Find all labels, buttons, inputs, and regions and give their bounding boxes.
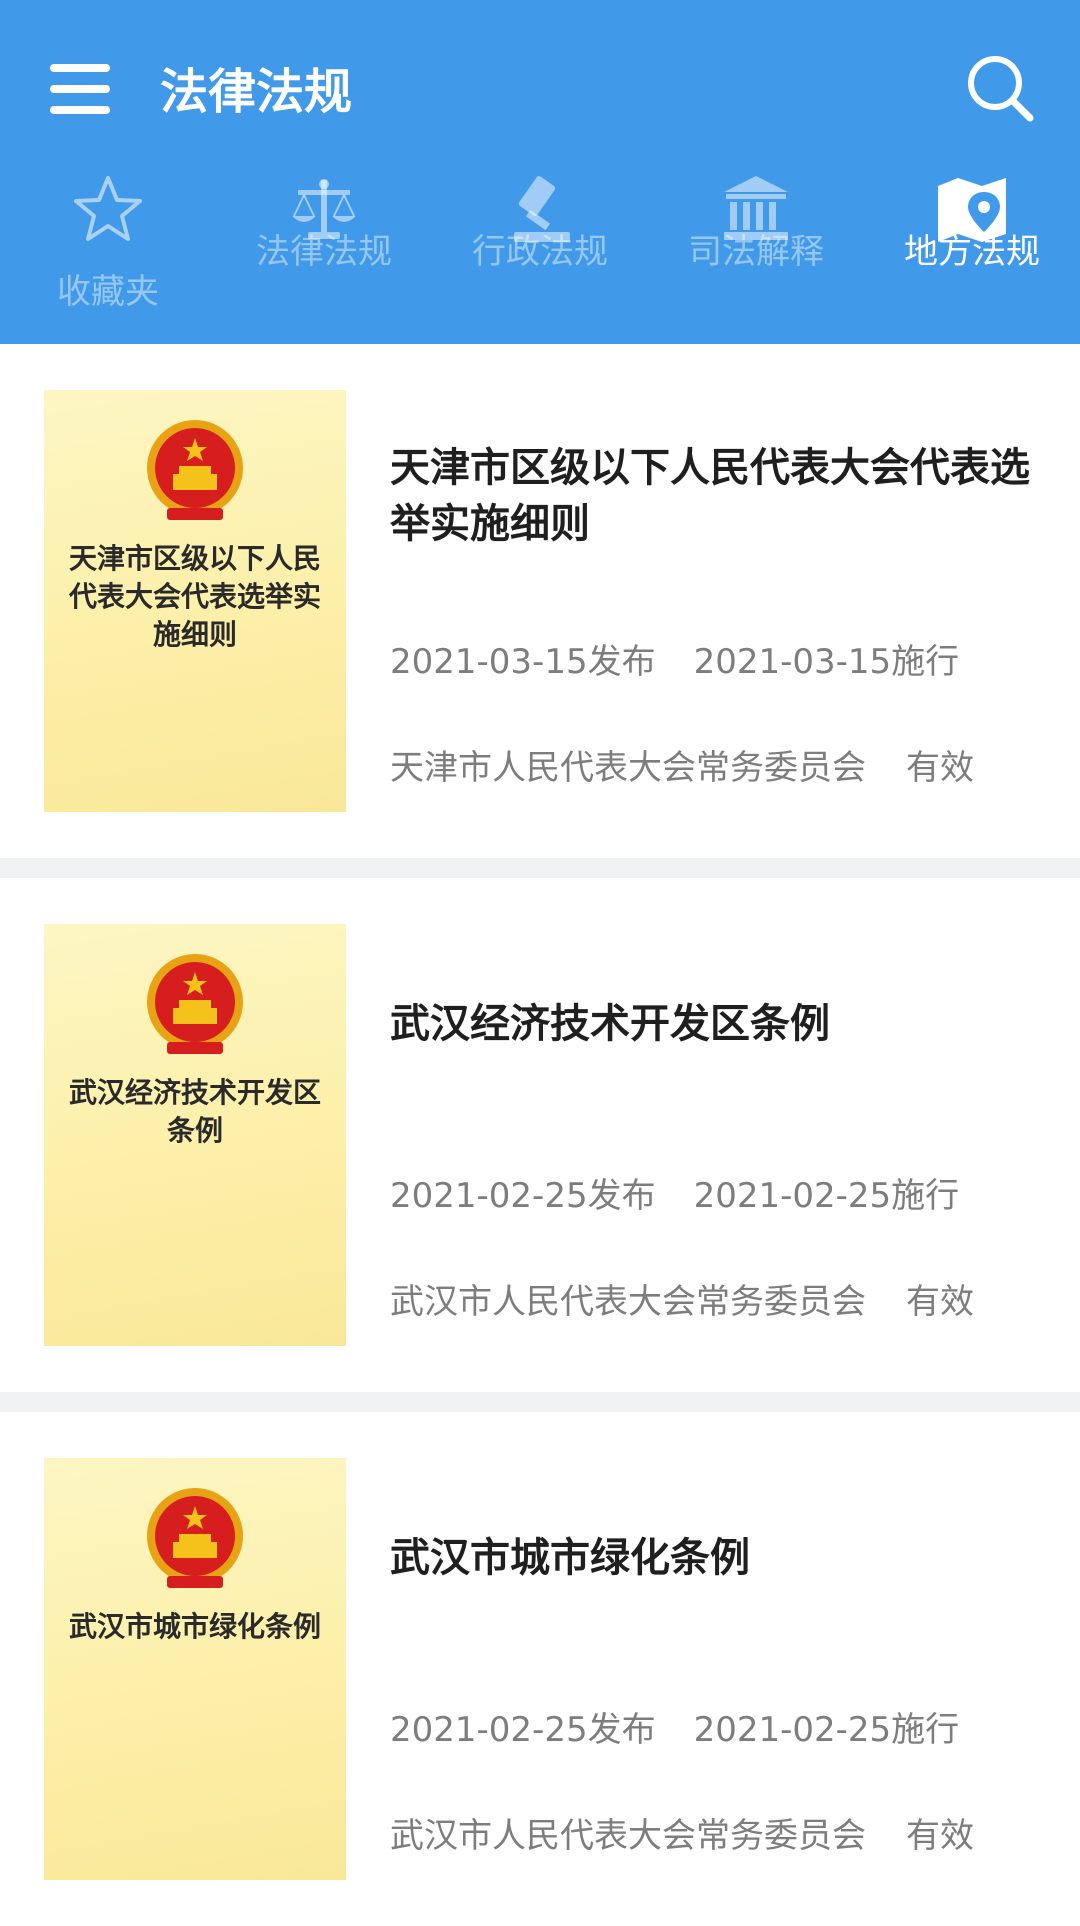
item-dates: 2021-03-15发布 2021-03-15施行 xyxy=(390,634,1050,683)
list-item[interactable]: 武汉经济技术开发区条例 武汉经济技术开发区条例 2021-02-25发布 2021… xyxy=(0,878,1080,1392)
validity-status: 有效 xyxy=(906,1282,974,1322)
star-icon xyxy=(74,176,142,241)
menu-icon[interactable] xyxy=(44,60,116,118)
tab-local[interactable]: 地方法规 xyxy=(864,160,1080,344)
publish-date: 2021-03-15发布 xyxy=(390,642,656,682)
publish-date: 2021-02-25发布 xyxy=(390,1710,656,1750)
page-title: 法律法规 xyxy=(160,64,353,120)
tab-label: 司法解释 xyxy=(688,232,824,272)
tab-laws[interactable]: 法律法规 xyxy=(216,160,432,344)
tab-administrative[interactable]: 行政法规 xyxy=(432,160,648,344)
item-meta: 武汉市人民代表大会常务委员会 有效 xyxy=(390,1274,1050,1323)
effective-date: 2021-02-25施行 xyxy=(693,1710,960,1750)
publish-date: 2021-02-25发布 xyxy=(390,1176,656,1216)
divider xyxy=(0,858,1080,878)
tab-favorites[interactable]: 收藏夹 xyxy=(0,160,216,344)
effective-date: 2021-02-25施行 xyxy=(693,1176,960,1216)
cover-title: 天津市区级以下人民代表大会代表选举实施细则 xyxy=(68,542,321,651)
national-emblem-icon xyxy=(147,1488,243,1588)
issuing-authority: 天津市人民代表大会常务委员会 xyxy=(390,748,866,788)
item-dates: 2021-02-25发布 2021-02-25施行 xyxy=(390,1168,1050,1217)
item-meta: 武汉市人民代表大会常务委员会 有效 xyxy=(390,1808,1050,1857)
regulation-list: 天津市区级以下人民代表大会代表选举实施细则 天津市区级以下人民代表大会代表选举实… xyxy=(0,344,1080,1926)
cover-title: 武汉经济技术开发区条例 xyxy=(68,1076,321,1147)
validity-status: 有效 xyxy=(906,748,974,788)
national-emblem-icon xyxy=(147,420,243,520)
item-title: 武汉经济技术开发区条例 xyxy=(390,1001,830,1047)
issuing-authority: 武汉市人民代表大会常务委员会 xyxy=(390,1816,866,1856)
item-meta: 天津市人民代表大会常务委员会 有效 xyxy=(390,740,1050,789)
tab-label: 收藏夹 xyxy=(57,272,159,312)
category-tabs: 收藏夹 法律法规 行政法规 司法解释 地方法规 xyxy=(0,160,1080,344)
list-item[interactable]: 天津市区级以下人民代表大会代表选举实施细则 天津市区级以下人民代表大会代表选举实… xyxy=(0,344,1080,858)
search-icon[interactable] xyxy=(962,50,1038,126)
validity-status: 有效 xyxy=(906,1816,974,1856)
national-emblem-icon xyxy=(147,954,243,1054)
divider xyxy=(0,1392,1080,1412)
item-title: 天津市区级以下人民代表大会代表选举实施细则 xyxy=(390,445,1030,547)
cover-title: 武汉市城市绿化条例 xyxy=(68,1610,321,1643)
item-dates: 2021-02-25发布 2021-02-25施行 xyxy=(390,1702,1050,1751)
issuing-authority: 武汉市人民代表大会常务委员会 xyxy=(390,1282,866,1322)
book-cover: 武汉经济技术开发区条例 xyxy=(44,924,346,1346)
list-item[interactable]: 武汉市城市绿化条例 武汉市城市绿化条例 2021-02-25发布 2021-02-… xyxy=(0,1412,1080,1926)
effective-date: 2021-03-15施行 xyxy=(693,642,960,682)
tab-label: 地方法规 xyxy=(904,232,1040,272)
app-header: 法律法规 收藏夹 法律法规 行政法规 司法解释 地方法规 xyxy=(0,0,1080,344)
book-cover: 天津市区级以下人民代表大会代表选举实施细则 xyxy=(44,390,346,812)
tab-label: 法律法规 xyxy=(256,232,392,272)
book-cover: 武汉市城市绿化条例 xyxy=(44,1458,346,1880)
item-title: 武汉市城市绿化条例 xyxy=(390,1535,750,1581)
tab-label: 行政法规 xyxy=(472,232,608,272)
tab-judicial[interactable]: 司法解释 xyxy=(648,160,864,344)
